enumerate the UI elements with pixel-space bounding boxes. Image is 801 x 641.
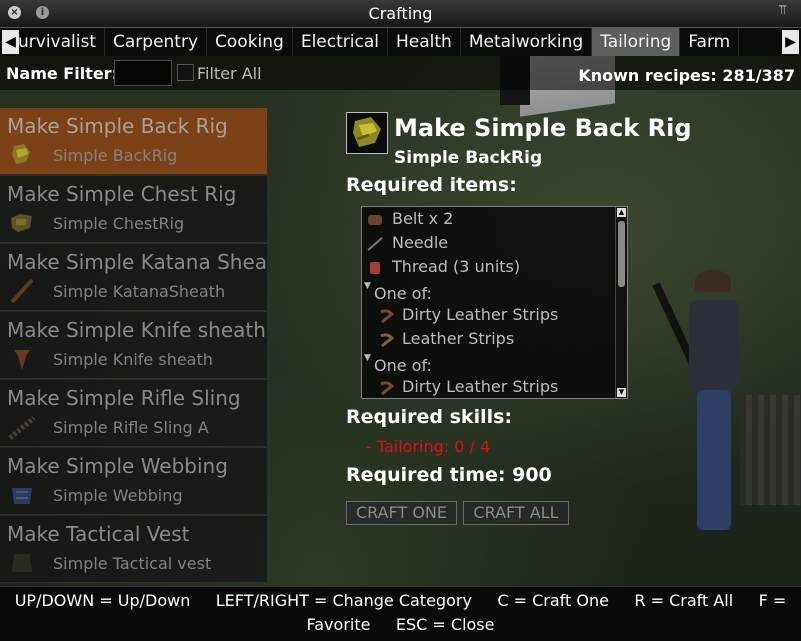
recipe-result: Simple Rifle Sling A: [53, 418, 209, 437]
scroll-down-icon[interactable]: ▼: [617, 388, 626, 397]
recipe-item-simple-rifle-sling[interactable]: Make Simple Rifle Sling Simple Rifle Sli…: [0, 380, 267, 447]
crafting-window: × i Crafting ⫪ ◀ urvivalist Carpentry Co…: [0, 0, 801, 641]
tab-health[interactable]: Health: [388, 28, 461, 56]
scroll-up-icon[interactable]: ▲: [617, 208, 626, 217]
help-line-1: UP/DOWN = Up/Down LEFT/RIGHT = Change Ca…: [14, 591, 787, 610]
rifle-sling-icon: [8, 416, 36, 440]
tab-farming[interactable]: Farm: [680, 28, 740, 56]
tactical-vest-icon: [12, 554, 32, 572]
recipe-item-simple-back-rig[interactable]: Make Simple Back Rig Simple BackRig: [0, 108, 267, 175]
recipe-result: Simple Webbing: [53, 486, 183, 505]
recipe-name: Make Simple Chest Rig: [7, 182, 237, 206]
required-item: Thread (3 units): [392, 257, 521, 276]
tab-cooking[interactable]: Cooking: [207, 28, 293, 56]
recipe-result: Simple BackRig: [53, 146, 178, 165]
recipe-name: Make Tactical Vest: [7, 522, 190, 546]
one-of-group-label: One of:: [374, 356, 432, 375]
recipe-detail-panel: Make Simple Back Rig Simple BackRig Requ…: [346, 112, 786, 532]
required-time: Required time: 900: [346, 464, 552, 486]
filter-bar: Name Filter: Filter All Known recipes: 2…: [0, 56, 801, 90]
chestrig-icon: [11, 214, 32, 232]
required-item: Belt x 2: [392, 209, 454, 228]
triangle-down-icon[interactable]: ▼: [364, 353, 371, 363]
recipe-name: Make Simple Webbing: [7, 454, 228, 478]
knife-sheath-icon: [14, 350, 30, 370]
name-filter-label: Name Filter:: [6, 64, 118, 83]
required-skills-label: Required skills:: [346, 406, 513, 428]
tab-carpentry[interactable]: Carpentry: [105, 28, 208, 56]
recipe-result-name: Simple BackRig: [394, 148, 543, 168]
recipe-item-simple-webbing[interactable]: Make Simple Webbing Simple Webbing: [0, 448, 267, 515]
tailoring-skill-requirement: - Tailoring: 0 / 4: [366, 437, 491, 456]
recipe-item-simple-knife-sheath[interactable]: Make Simple Knife sheath Simple Knife sh…: [0, 312, 267, 379]
katana-sheath-icon: [10, 278, 34, 304]
category-tabs: ◀ urvivalist Carpentry Cooking Electrica…: [0, 28, 801, 56]
recipe-item-simple-chest-rig[interactable]: Make Simple Chest Rig Simple ChestRig: [0, 176, 267, 243]
filter-all-checkbox[interactable]: [177, 64, 194, 81]
backrig-icon: [12, 144, 30, 164]
leather-strips-icon: [380, 333, 395, 348]
required-item: Dirty Leather Strips: [402, 305, 559, 324]
known-recipes-count: Known recipes: 281/387: [578, 66, 795, 85]
recipe-result: Simple KatanaSheath: [53, 282, 226, 301]
recipe-name: Make Simple Katana Sheath: [7, 250, 267, 274]
webbing-icon: [12, 488, 32, 504]
scroll-thumb[interactable]: [618, 221, 625, 287]
required-item: Leather Strips: [402, 329, 515, 348]
name-filter-input[interactable]: [114, 60, 172, 86]
leather-strips-icon: [380, 309, 395, 324]
needle-icon: [367, 237, 383, 251]
recipe-name: Make Simple Knife sheath: [7, 318, 266, 342]
thread-icon: [370, 262, 380, 274]
recipe-result: Simple ChestRig: [53, 214, 185, 233]
pin-icon[interactable]: ⫪: [779, 3, 793, 21]
triangle-down-icon[interactable]: ▼: [364, 281, 371, 291]
recipe-title: Make Simple Back Rig: [394, 114, 692, 142]
tab-tailoring[interactable]: Tailoring: [592, 28, 681, 56]
filter-all-label[interactable]: Filter All: [197, 64, 262, 83]
title-bar[interactable]: × i Crafting ⫪: [0, 0, 801, 28]
help-line-2: Favorite ESC = Close: [306, 615, 495, 634]
recipe-list: Make Simple Back Rig Simple BackRig Make…: [0, 108, 268, 584]
tab-strip: urvivalist Carpentry Cooking Electrical …: [2, 28, 740, 56]
window-title: Crafting: [368, 4, 433, 23]
required-items-label: Required items:: [346, 174, 517, 196]
required-items-list[interactable]: Belt x 2 Needle Thread (3 units) ▼ One o…: [361, 206, 628, 399]
recipe-name: Make Simple Rifle Sling: [7, 386, 241, 410]
recipe-item-tactical-vest[interactable]: Make Tactical Vest Simple Tactical vest: [0, 516, 267, 583]
required-item: Dirty Leather Strips: [402, 377, 559, 396]
one-of-group-label: One of:: [374, 284, 432, 303]
recipe-item-simple-katana-sheath[interactable]: Make Simple Katana Sheath Simple KatanaS…: [0, 244, 267, 311]
leather-strips-icon: [380, 381, 395, 396]
recipe-result: Simple Knife sheath: [53, 350, 213, 369]
craft-all-button[interactable]: CRAFT ALL: [463, 501, 569, 525]
belt-icon: [368, 215, 382, 225]
tab-scroll-right-icon[interactable]: ▶: [782, 30, 799, 54]
tab-scroll-left-icon[interactable]: ◀: [2, 30, 19, 54]
recipe-result: Simple Tactical vest: [53, 554, 212, 573]
craft-one-button[interactable]: CRAFT ONE: [346, 501, 457, 525]
backrig-icon: [346, 112, 388, 154]
tab-metalworking[interactable]: Metalworking: [461, 28, 593, 56]
keyboard-help-bar: UP/DOWN = Up/Down LEFT/RIGHT = Change Ca…: [0, 586, 801, 641]
tab-electrical[interactable]: Electrical: [293, 28, 388, 56]
recipe-name: Make Simple Back Rig: [7, 114, 228, 138]
items-scrollbar[interactable]: ▲ ▼: [615, 207, 627, 398]
required-item: Needle: [392, 233, 449, 252]
